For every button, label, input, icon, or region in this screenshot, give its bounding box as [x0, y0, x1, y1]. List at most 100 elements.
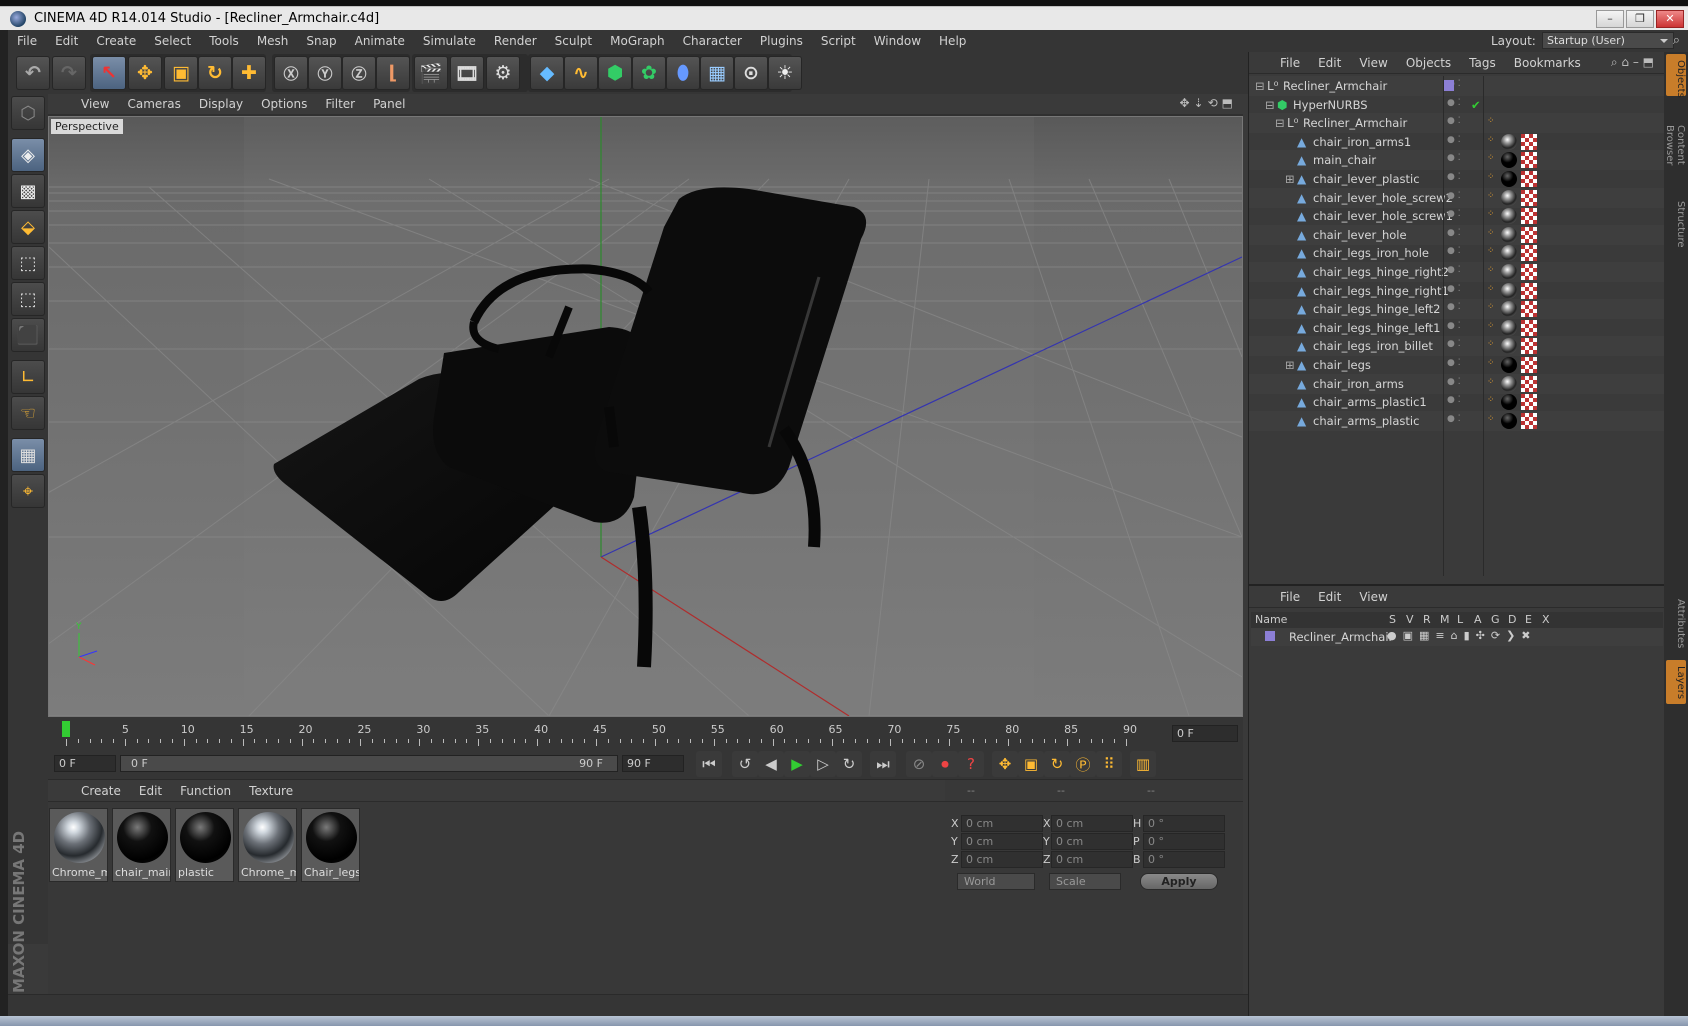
texture-tag-icon[interactable]: [1521, 264, 1537, 280]
object-row[interactable]: ▲ chair_arms_plastic ● ⁚ ⁘: [1249, 410, 1665, 431]
chrome-material-tag-icon[interactable]: [1501, 301, 1517, 318]
menu-select[interactable]: Select: [145, 34, 200, 48]
tab-objects[interactable]: Objects: [1666, 54, 1686, 98]
menu-script[interactable]: Script: [812, 34, 865, 48]
material-menu-create[interactable]: Create: [72, 784, 130, 798]
chrome-material-tag-icon[interactable]: [1501, 338, 1517, 355]
layer-col-manager[interactable]: M: [1440, 613, 1450, 626]
texture-tag-icon[interactable]: [1521, 338, 1537, 355]
menu-character[interactable]: Character: [674, 34, 751, 48]
chrome-material-tag-icon[interactable]: [1501, 264, 1517, 280]
camera-icon[interactable]: ⊙: [734, 56, 768, 90]
apply-button[interactable]: Apply: [1140, 873, 1218, 890]
layer-col-render[interactable]: R: [1423, 613, 1431, 626]
visibility-dots-icon[interactable]: ● ⁚: [1447, 116, 1461, 126]
previous-frame-icon[interactable]: ◀: [758, 751, 784, 777]
material-swatch[interactable]: chair_main: [112, 808, 171, 882]
tab-attributes[interactable]: Attributes: [1666, 592, 1686, 656]
menu-mesh[interactable]: Mesh: [248, 34, 298, 48]
visibility-dots-icon[interactable]: ● ⁚: [1447, 321, 1461, 331]
mograph-cloner-icon[interactable]: ✿: [632, 56, 666, 90]
chrome-material-tag-icon[interactable]: [1501, 319, 1517, 336]
visibility-dots-icon[interactable]: ● ⁚: [1447, 191, 1461, 201]
menu-window[interactable]: Window: [865, 34, 930, 48]
phong-tag-icon[interactable]: ⁘: [1487, 209, 1495, 219]
restore-button[interactable]: ❐: [1626, 10, 1654, 28]
objects-menu-tags[interactable]: Tags: [1460, 56, 1505, 70]
visibility-dots-icon[interactable]: ● ⁚: [1447, 302, 1461, 312]
scene-floor-icon[interactable]: ▦: [700, 56, 734, 90]
material-swatch[interactable]: Chrome_mi: [238, 808, 297, 882]
expand-toggle-icon[interactable]: ⊟: [1265, 98, 1275, 112]
visibility-dots-icon[interactable]: ● ⁚: [1447, 246, 1461, 256]
object-manager-nav-icons[interactable]: ⌕ ⌂ – ⬒: [1611, 55, 1654, 70]
go-to-end-icon[interactable]: ⏭: [870, 751, 896, 777]
phong-tag-icon[interactable]: ⁘: [1487, 153, 1495, 163]
frame-range-slider[interactable]: 0 F 90 F: [120, 755, 618, 772]
phong-tag-icon[interactable]: ⁘: [1487, 116, 1495, 126]
material-swatch[interactable]: Chrome_mi: [49, 808, 108, 882]
current-frame-field[interactable]: 0 F: [1172, 725, 1238, 742]
coordinate-system-icon[interactable]: ⌊: [376, 56, 410, 90]
tab-layers[interactable]: Layers: [1666, 660, 1686, 704]
black-material-tag-icon[interactable]: [1501, 412, 1517, 429]
keyframe-selection-icon[interactable]: ?: [958, 751, 984, 777]
visibility-dots-icon[interactable]: ● ⁚: [1447, 265, 1461, 275]
menu-plugins[interactable]: Plugins: [751, 34, 812, 48]
layer-col-locked[interactable]: L: [1457, 613, 1463, 626]
tweak-mode-icon[interactable]: ☜: [11, 396, 45, 430]
object-row[interactable]: ▲ chair_lever_hole ● ⁚ ⁘: [1249, 224, 1665, 245]
go-to-start-icon[interactable]: ⏮: [696, 751, 722, 777]
chrome-material-tag-icon[interactable]: [1501, 133, 1517, 150]
chrome-material-tag-icon[interactable]: [1501, 189, 1517, 206]
visibility-dots-icon[interactable]: ● ⁚: [1447, 209, 1461, 219]
nurbs-icon[interactable]: ⬢: [598, 56, 632, 90]
menu-sculpt[interactable]: Sculpt: [546, 34, 601, 48]
object-row[interactable]: ▲ chair_iron_arms ● ⁚ ⁘: [1249, 373, 1665, 394]
live-selection-icon[interactable]: ↖: [92, 56, 126, 90]
phong-tag-icon[interactable]: ⁘: [1487, 358, 1495, 368]
points-mode-icon[interactable]: ⬚: [11, 246, 45, 280]
visibility-dots-icon[interactable]: ● ⁚: [1447, 377, 1461, 387]
viewport-menu-display[interactable]: Display: [190, 97, 252, 111]
search-icon[interactable]: ⌕: [1673, 33, 1680, 48]
viewport-menu-view[interactable]: View: [72, 97, 118, 111]
layer-color-icon[interactable]: [1443, 80, 1454, 91]
object-row[interactable]: ▲ chair_legs_iron_billet ● ⁚ ⁘: [1249, 336, 1665, 357]
key-scale-icon[interactable]: ▣: [1018, 751, 1044, 777]
model-mode-icon[interactable]: ◈: [11, 138, 45, 172]
objects-menu-objects[interactable]: Objects: [1397, 56, 1460, 70]
object-row[interactable]: ▲ chair_legs_hinge_left2 ● ⁚ ⁘: [1249, 299, 1665, 320]
viewport-nav-icons[interactable]: ✥⇣⟲⬒: [1179, 96, 1237, 110]
texture-tag-icon[interactable]: [1521, 301, 1537, 318]
size-mode-select[interactable]: Scale: [1049, 873, 1121, 890]
chrome-material-tag-icon[interactable]: [1501, 282, 1517, 299]
size-x-field[interactable]: 0 cm: [1051, 815, 1133, 832]
layer-col-deformers[interactable]: D: [1508, 613, 1516, 626]
menu-create[interactable]: Create: [87, 34, 145, 48]
menu-animate[interactable]: Animate: [346, 34, 414, 48]
light-icon[interactable]: ☀: [768, 56, 802, 90]
menu-file[interactable]: File: [8, 34, 46, 48]
move-icon[interactable]: ✥: [128, 56, 162, 90]
play-icon[interactable]: ▶: [784, 751, 810, 777]
layers-menu-file[interactable]: File: [1271, 590, 1309, 604]
layout-select[interactable]: Startup (User): [1542, 32, 1674, 49]
texture-tag-icon[interactable]: [1521, 152, 1537, 169]
objects-menu-view[interactable]: View: [1350, 56, 1396, 70]
texture-tag-icon[interactable]: [1521, 357, 1537, 373]
layers-menu-view[interactable]: View: [1350, 590, 1396, 604]
menu-edit[interactable]: Edit: [46, 34, 87, 48]
phong-tag-icon[interactable]: ⁘: [1487, 265, 1495, 275]
layers-menu-edit[interactable]: Edit: [1309, 590, 1350, 604]
expand-toggle-icon[interactable]: ⊞: [1285, 358, 1295, 372]
chrome-material-tag-icon[interactable]: [1501, 226, 1517, 243]
timeline-ruler[interactable]: 051015202530354045505560657075808590 0 F: [48, 717, 1243, 747]
phong-tag-icon[interactable]: ⁘: [1487, 414, 1495, 424]
object-row[interactable]: ▲ chair_legs_hinge_right2 ● ⁚ ⁘: [1249, 262, 1665, 282]
transform-icon[interactable]: ✚: [232, 56, 266, 90]
position-z-field[interactable]: 0 cm: [961, 851, 1043, 868]
spline-icon[interactable]: ∿: [564, 56, 598, 90]
layer-col-view[interactable]: V: [1406, 613, 1414, 626]
layer-row[interactable]: Recliner_Armchair ●▣▦≡⌂▮✣⟳❯✖: [1251, 628, 1663, 646]
